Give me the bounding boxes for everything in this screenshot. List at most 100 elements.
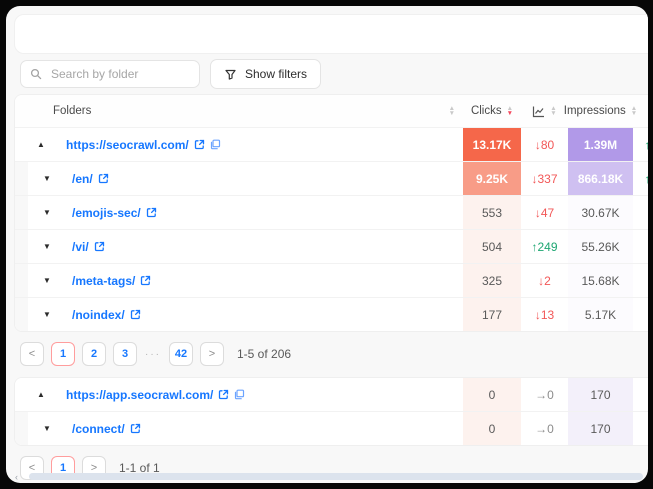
indent-gutter	[15, 230, 28, 263]
clicks-trend-cell: →0	[521, 412, 568, 445]
page-button-3[interactable]: 3	[113, 342, 137, 366]
folder-link[interactable]: /en/	[72, 172, 109, 186]
toolbar: Show filters	[20, 59, 321, 89]
clicks-cell: 553	[463, 196, 521, 229]
table-row: ▼ /connect/ 0 →0 170 ↑	[15, 411, 648, 445]
clicks-cell: 0	[463, 378, 521, 411]
collapse-caret-icon[interactable]: ▼	[34, 310, 60, 319]
folder-link[interactable]: /connect/	[72, 422, 141, 436]
impressions-cell: 170	[568, 412, 633, 445]
table-row: ▼ /vi/ 504 ↑249 55.26K ↑1	[15, 229, 648, 263]
external-link-icon[interactable]	[140, 275, 151, 286]
pagination-ellipsis[interactable]: ···	[145, 349, 161, 360]
line-chart-icon	[532, 105, 545, 118]
indent-gutter	[15, 196, 28, 229]
collapse-caret-icon[interactable]: ▼	[34, 174, 60, 183]
external-link-icon[interactable]	[94, 241, 105, 252]
collapse-caret-icon[interactable]: ▲	[28, 390, 54, 399]
impressions-trend-cell: ↑74	[633, 128, 648, 161]
collapse-caret-icon[interactable]: ▼	[34, 424, 60, 433]
folder-link[interactable]: /emojis-sec/	[72, 206, 157, 220]
impressions-cell: 170	[568, 378, 633, 411]
table-row: ▼ /meta-tags/ 325 ↓2 15.68K ↑2	[15, 263, 648, 297]
indent-gutter	[15, 412, 28, 445]
collapse-caret-icon[interactable]: ▼	[34, 208, 60, 217]
impressions-cell: 5.17K	[568, 298, 633, 331]
search-input-wrapper[interactable]	[20, 60, 200, 88]
table-header-row: Folders ▲▼ Clicks ▲▼ ▲▼	[15, 95, 648, 127]
table-row: ▲ https://seocrawl.com/ 13.17K ↓80 1.39M…	[15, 127, 648, 161]
external-link-icon[interactable]	[194, 139, 205, 150]
clicks-cell: 13.17K	[463, 128, 521, 161]
folder-link[interactable]: /noindex/	[72, 308, 141, 322]
clicks-trend-cell: ↓47	[521, 196, 568, 229]
header-impressions-trend	[633, 95, 648, 127]
folder-link[interactable]: https://app.seocrawl.com/	[66, 388, 245, 402]
sort-folders-icon[interactable]: ▲▼	[449, 106, 455, 116]
search-icon	[30, 68, 42, 80]
horizontal-scrollbar-thumb[interactable]	[29, 473, 643, 480]
table-row: ▲ https://app.seocrawl.com/ 0 →0 170 ↑	[15, 378, 648, 411]
show-filters-button[interactable]: Show filters	[210, 59, 321, 89]
pagination-1: < 1 2 3 ··· 42 > 1-5 of 206	[14, 332, 648, 377]
clicks-cell: 177	[463, 298, 521, 331]
external-link-icon[interactable]	[146, 207, 157, 218]
external-link-icon[interactable]	[130, 309, 141, 320]
impressions-cell: 1.39M	[568, 128, 633, 161]
clicks-cell: 325	[463, 264, 521, 297]
impressions-trend-cell: ↑	[633, 412, 648, 445]
folder-link[interactable]: /vi/	[72, 240, 105, 254]
copy-icon[interactable]	[234, 389, 245, 400]
scroll-left-arrow-icon[interactable]: ‹	[15, 472, 18, 482]
collapse-caret-icon[interactable]: ▲	[28, 140, 54, 149]
line-chart-icon	[648, 105, 649, 118]
copy-icon[interactable]	[210, 139, 221, 150]
impressions-cell: 55.26K	[568, 230, 633, 263]
clicks-trend-cell: ↓13	[521, 298, 568, 331]
folders-table-card-2: ▲ https://app.seocrawl.com/ 0 →0 170 ↑	[14, 377, 648, 446]
search-input[interactable]	[49, 66, 190, 82]
prev-page-button[interactable]: <	[20, 342, 44, 366]
collapse-caret-icon[interactable]: ▼	[34, 276, 60, 285]
impressions-trend-cell: ↑	[633, 298, 648, 331]
impressions-trend-cell: ↑	[633, 378, 648, 411]
page-button-1[interactable]: 1	[51, 342, 75, 366]
main-panel: Show filters Folders ▲▼ Clicks ▲▼	[6, 6, 648, 483]
indent-gutter	[15, 162, 28, 195]
header-impressions-label: Impressions	[564, 105, 626, 117]
table-row: ▼ /noindex/ 177 ↓13 5.17K ↑	[15, 297, 648, 331]
table-row: ▼ /emojis-sec/ 553 ↓47 30.67K ↓8	[15, 195, 648, 229]
impressions-cell: 866.18K	[568, 162, 633, 195]
show-filters-label: Show filters	[245, 67, 307, 81]
impressions-trend-cell: ↓8	[633, 196, 648, 229]
top-empty-card	[14, 14, 648, 54]
clicks-trend-cell: →0	[521, 378, 568, 411]
page-button-2[interactable]: 2	[82, 342, 106, 366]
impressions-trend-cell: ↑95	[633, 162, 648, 195]
sort-clicks-trend-icon[interactable]: ▲▼	[550, 106, 556, 116]
folder-link[interactable]: /meta-tags/	[72, 274, 151, 288]
header-folders: Folders ▲▼	[15, 95, 463, 127]
impressions-cell: 15.68K	[568, 264, 633, 297]
clicks-trend-cell: ↓80	[521, 128, 568, 161]
filter-funnel-icon	[224, 68, 237, 81]
impressions-trend-cell: ↑2	[633, 264, 648, 297]
folder-link[interactable]: https://seocrawl.com/	[66, 138, 221, 152]
pagination-summary: 1-5 of 206	[237, 347, 291, 361]
indent-gutter	[15, 298, 28, 331]
external-link-icon[interactable]	[98, 173, 109, 184]
clicks-trend-cell: ↑249	[521, 230, 568, 263]
folders-table-card-1: Folders ▲▼ Clicks ▲▼ ▲▼	[14, 94, 648, 332]
clicks-cell: 504	[463, 230, 521, 263]
sort-clicks-icon[interactable]: ▲▼	[507, 106, 513, 116]
external-link-icon[interactable]	[130, 423, 141, 434]
header-impressions: Impressions ▲▼	[568, 95, 633, 127]
clicks-cell: 0	[463, 412, 521, 445]
external-link-icon[interactable]	[218, 389, 229, 400]
collapse-caret-icon[interactable]: ▼	[34, 242, 60, 251]
header-clicks-trend: ▲▼	[521, 95, 568, 127]
header-folders-label: Folders	[15, 105, 91, 117]
page-button-42[interactable]: 42	[169, 342, 193, 366]
next-page-button[interactable]: >	[200, 342, 224, 366]
header-clicks-label: Clicks	[471, 105, 502, 117]
